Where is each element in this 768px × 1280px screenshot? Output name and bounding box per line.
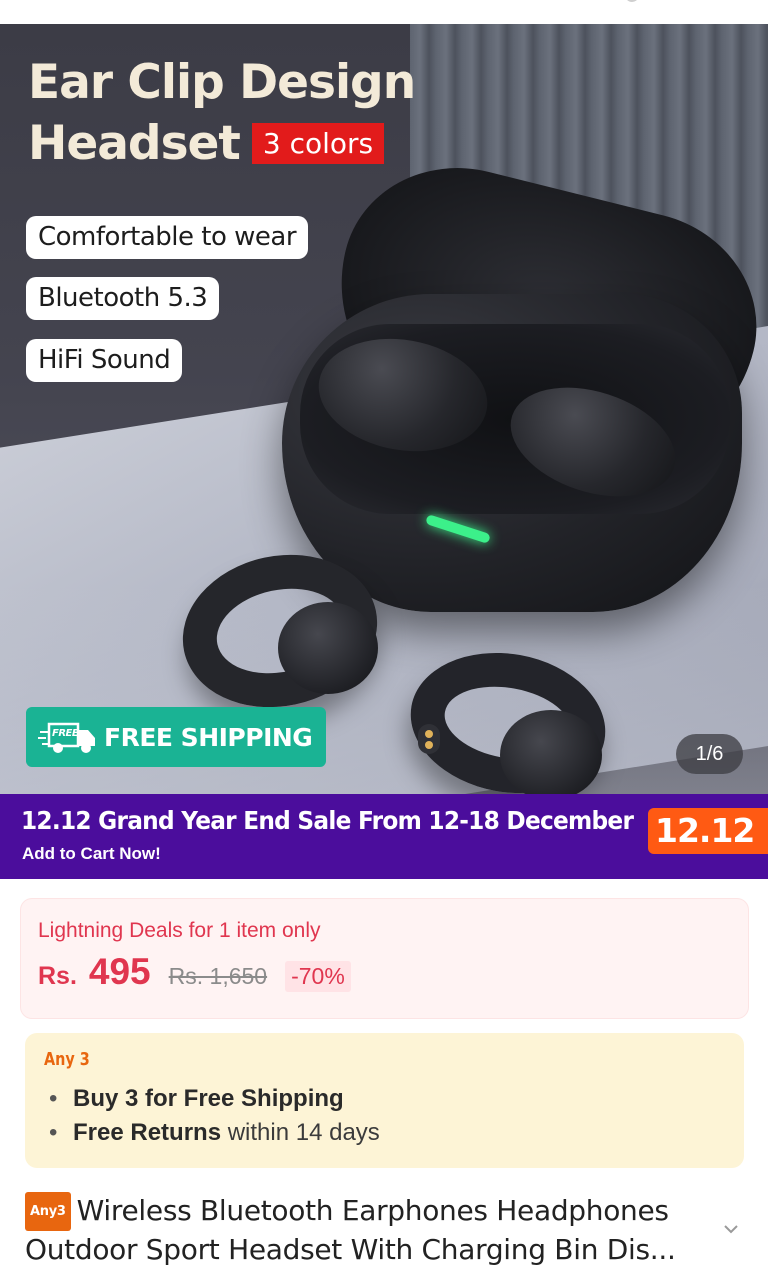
top-strip [0, 0, 768, 24]
offer-line-rest: within 14 days [221, 1119, 380, 1146]
deal-label: Lightning Deals for 1 item only [38, 919, 321, 942]
offer-line-bold: Free Returns [73, 1119, 222, 1146]
chevron-down-icon[interactable] [722, 1220, 740, 1238]
feature-pill: HiFi Sound [26, 339, 183, 383]
truck-icon: FREE [38, 722, 95, 753]
charging-contacts [418, 724, 440, 754]
hero-title-line1: Ear Clip Design [28, 55, 416, 110]
hero-title-line2: Headset [28, 116, 241, 172]
price-row: Rs. 495 Rs. 1,650 -70% [38, 951, 351, 993]
promo-banner[interactable]: 12.12 Grand Year End Sale From 12-18 Dec… [0, 794, 768, 879]
feature-pill: Bluetooth 5.3 [26, 277, 220, 321]
offer-line: • Free Returns within 14 days [49, 1119, 380, 1147]
currency-label: Rs. [38, 962, 77, 990]
promo-subtitle: Add to Cart Now! [22, 844, 161, 863]
free-shipping-badge: FREE FREE SHIPPING [26, 707, 326, 767]
feature-pill: Comfortable to wear [26, 216, 309, 260]
image-counter: 1/6 [676, 734, 743, 774]
price-card: Lightning Deals for 1 item only Rs. 495 … [20, 898, 749, 1019]
offer-line: • Buy 3 for Free Shipping [49, 1085, 344, 1113]
product-title-text: Wireless Bluetooth Earphones Headphones … [25, 1194, 676, 1266]
promo-badge: 12.12 [648, 808, 768, 854]
product-image-carousel[interactable]: Ear Clip Design Headset 3 colors Comfort… [0, 24, 768, 794]
bullet-icon: • [49, 1119, 58, 1146]
truck-badge-text: FREE [52, 728, 79, 739]
earbud-image [500, 710, 602, 794]
current-price: 495 [88, 951, 151, 992]
product-title[interactable]: Any3 Wireless Bluetooth Earphones Headpho… [25, 1192, 725, 1268]
earbud-image [278, 602, 378, 694]
original-price: Rs. 1,650 [168, 963, 268, 989]
free-shipping-label: FREE SHIPPING [104, 722, 313, 752]
offer-card[interactable]: Any 3 • Buy 3 for Free Shipping • Free Ret… [25, 1033, 744, 1168]
any3-badge: Any3 [25, 1192, 71, 1231]
colors-badge: 3 colors [251, 122, 385, 165]
offer-tag: Any 3 [44, 1049, 90, 1070]
offer-line-text: Buy 3 for Free Shipping [73, 1085, 344, 1112]
bullet-icon: • [49, 1085, 58, 1112]
discount-badge: -70% [285, 961, 351, 992]
scroll-indicator [625, 0, 639, 2]
promo-title: 12.12 Grand Year End Sale From 12-18 Dec… [21, 806, 634, 835]
hero-title: Ear Clip Design Headset 3 colors [28, 52, 416, 174]
